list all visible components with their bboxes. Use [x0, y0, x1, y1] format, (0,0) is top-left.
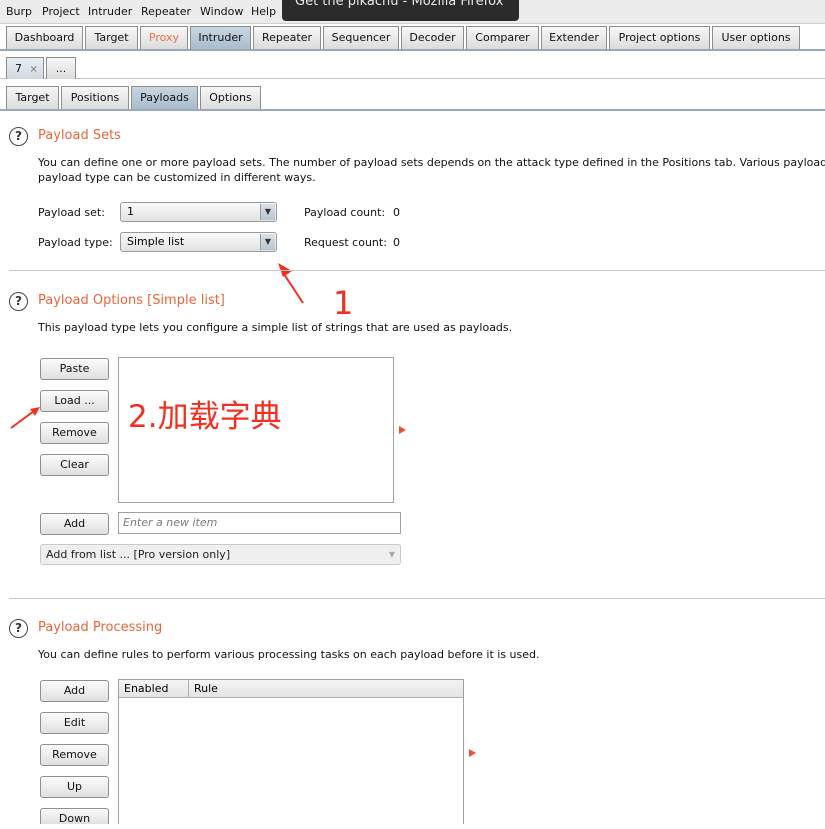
annotation-step-1: 1	[333, 284, 354, 322]
tab-proxy[interactable]: Proxy	[140, 26, 188, 49]
move-up-button[interactable]: Up	[40, 776, 109, 798]
expand-arrow-icon[interactable]	[469, 749, 476, 757]
edit-rule-button[interactable]: Edit	[40, 712, 109, 734]
menu-project[interactable]: Project	[42, 5, 80, 18]
remove-button[interactable]: Remove	[40, 422, 109, 444]
processing-rules-table[interactable]: Enabled Rule	[118, 679, 464, 824]
attack-tab-more[interactable]: ...	[46, 57, 76, 79]
move-down-button[interactable]: Down	[40, 808, 109, 825]
clear-button[interactable]: Clear	[40, 454, 109, 476]
menu-burp[interactable]: Burp	[6, 5, 32, 18]
close-icon[interactable]: ×	[30, 64, 38, 75]
attack-tab-label: 7	[15, 62, 22, 75]
tab-decoder[interactable]: Decoder	[401, 26, 464, 49]
tab-sequencer[interactable]: Sequencer	[323, 26, 399, 49]
add-rule-button[interactable]: Add	[40, 680, 109, 702]
payload-type-label: Payload type:	[38, 236, 113, 249]
annotation-arrow-icon	[10, 407, 40, 429]
payload-options-description: This payload type lets you configure a s…	[38, 321, 513, 334]
attack-tab-bar: 7 × ...	[0, 55, 825, 79]
payloads-panel: ? Payload Sets You can define one or mor…	[0, 112, 825, 825]
menu-bar: Burp Project Intruder Repeater Window He…	[0, 0, 825, 24]
column-enabled[interactable]: Enabled	[119, 680, 189, 698]
subtab-options[interactable]: Options	[200, 86, 261, 109]
tab-extender[interactable]: Extender	[541, 26, 607, 49]
subtab-target[interactable]: Target	[6, 86, 59, 109]
payload-set-label: Payload set:	[38, 206, 105, 219]
add-item-button[interactable]: Add	[40, 513, 109, 535]
subtab-payloads[interactable]: Payloads	[131, 86, 198, 109]
payload-set-value: 1	[127, 205, 134, 218]
payload-processing-description: You can define rules to perform various …	[38, 648, 540, 661]
paste-button[interactable]: Paste	[40, 358, 109, 380]
payload-options-title: Payload Options [Simple list]	[38, 293, 225, 308]
add-from-list-select: Add from list ... [Pro version only] ▼	[40, 544, 401, 565]
tab-project-options[interactable]: Project options	[609, 26, 710, 49]
help-icon[interactable]: ?	[9, 619, 28, 638]
menu-help[interactable]: Help	[251, 5, 276, 18]
tab-comparer[interactable]: Comparer	[466, 26, 539, 49]
payload-processing-title: Payload Processing	[38, 620, 163, 635]
payload-count-label: Payload count:	[304, 206, 386, 219]
column-rule[interactable]: Rule	[189, 680, 269, 698]
payload-set-select[interactable]: 1 ▼	[120, 202, 277, 222]
divider	[9, 270, 825, 271]
help-icon[interactable]: ?	[9, 292, 28, 311]
request-count-value: 0	[393, 236, 400, 249]
divider	[9, 598, 825, 599]
expand-arrow-icon[interactable]	[399, 426, 406, 434]
payload-sets-description-2: payload type can be customized in differ…	[38, 171, 316, 184]
load-button[interactable]: Load ...	[40, 390, 109, 412]
chevron-down-icon: ▼	[260, 234, 275, 250]
window-title-tooltip: Get the pikachu - Mozilla Firefox	[282, 0, 519, 21]
add-from-list-label: Add from list ... [Pro version only]	[46, 548, 231, 561]
tab-repeater[interactable]: Repeater	[253, 26, 321, 49]
tab-target[interactable]: Target	[85, 26, 138, 49]
payload-type-value: Simple list	[127, 235, 185, 248]
payload-sets-title: Payload Sets	[38, 128, 121, 143]
payload-sets-description-1: You can define one or more payload sets.…	[38, 156, 825, 169]
menu-intruder[interactable]: Intruder	[88, 5, 132, 18]
menu-window[interactable]: Window	[200, 5, 243, 18]
remove-rule-button[interactable]: Remove	[40, 744, 109, 766]
payload-type-select[interactable]: Simple list ▼	[120, 232, 277, 252]
payload-count-value: 0	[393, 206, 400, 219]
request-count-label: Request count:	[304, 236, 387, 249]
attack-tab-7[interactable]: 7 ×	[6, 57, 44, 79]
subtab-positions[interactable]: Positions	[61, 86, 129, 109]
chevron-down-icon: ▼	[260, 204, 275, 220]
tab-intruder[interactable]: Intruder	[190, 26, 251, 49]
sub-tab-bar: Target Positions Payloads Options	[0, 86, 825, 111]
new-item-input[interactable]: Enter a new item	[118, 512, 401, 534]
main-tab-bar: Dashboard Target Proxy Intruder Repeater…	[0, 26, 825, 51]
tab-dashboard[interactable]: Dashboard	[6, 26, 83, 49]
tab-user-options[interactable]: User options	[712, 26, 800, 49]
annotation-step-2: 2.加载字典	[128, 399, 282, 435]
help-icon[interactable]: ?	[9, 127, 28, 146]
annotation-arrow-icon	[278, 263, 304, 304]
chevron-down-icon: ▼	[388, 550, 395, 559]
table-header: Enabled Rule	[119, 680, 463, 698]
menu-repeater[interactable]: Repeater	[141, 5, 191, 18]
